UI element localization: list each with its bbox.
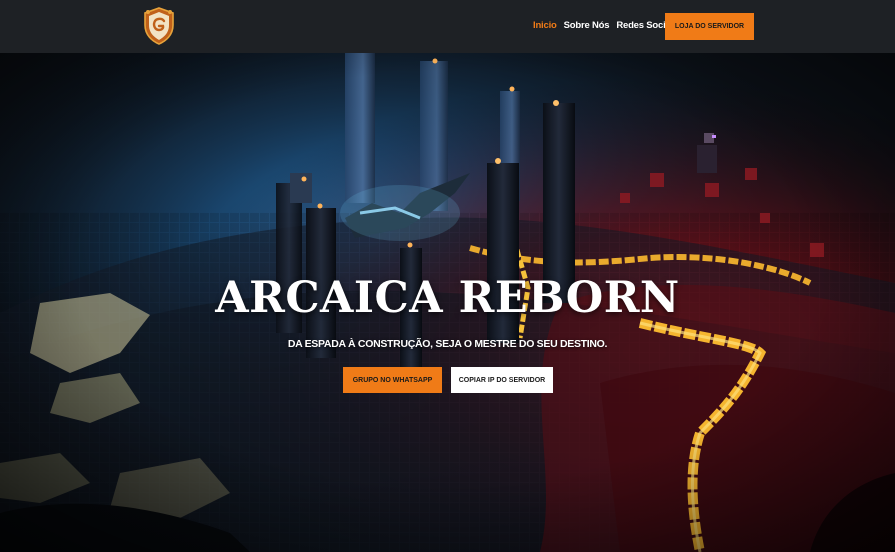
page: Inicio Sobre Nós Redes Sociais LOJA DO S… — [0, 0, 895, 552]
nav-item-inicio[interactable]: Inicio — [533, 20, 557, 31]
nav-item-sobre-nos[interactable]: Sobre Nós — [564, 20, 610, 31]
hero-section: ARCAICA REBORN DA ESPADA À CONSTRUÇÃO, S… — [0, 53, 895, 552]
shield-emblem-icon[interactable] — [142, 7, 176, 45]
copy-server-ip-button[interactable]: COPIAR IP DO SERVIDOR — [451, 367, 553, 393]
navbar: Inicio Sobre Nós Redes Sociais LOJA DO S… — [0, 0, 895, 53]
whatsapp-group-button[interactable]: GRUPO NO WHATSAPP — [343, 367, 442, 393]
store-button[interactable]: LOJA DO SERVIDOR — [665, 13, 754, 40]
main-nav: Inicio Sobre Nós Redes Sociais — [533, 20, 678, 31]
hero-title: ARCAICA REBORN — [215, 273, 680, 323]
hero-subtitle: DA ESPADA À CONSTRUÇÃO, SEJA O MESTRE DO… — [287, 338, 608, 350]
